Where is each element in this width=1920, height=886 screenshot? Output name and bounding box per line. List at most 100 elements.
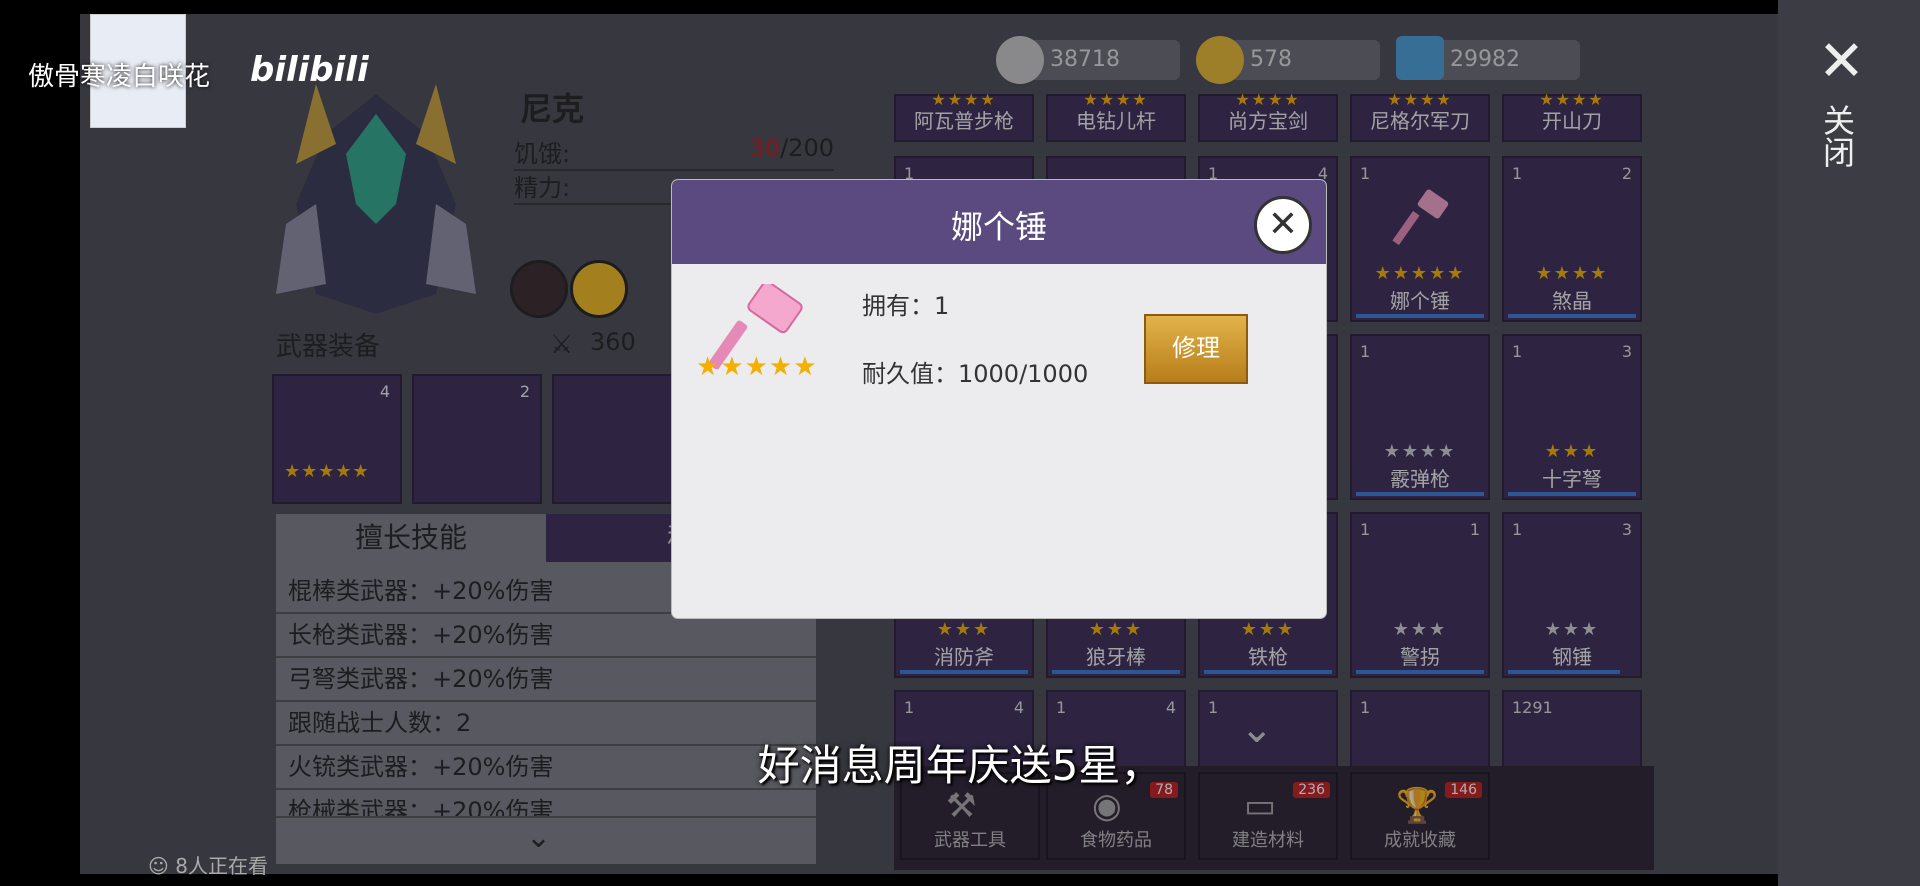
inventory-cell[interactable]: 1 ★★★★★ 娜个锤 — [1350, 156, 1490, 322]
gear-level: 4 — [1013, 698, 1024, 717]
inventory-cell[interactable]: 1 3 ★★★ 十字弩 — [1502, 334, 1642, 500]
slot-stars: ★★★★★ — [284, 461, 370, 482]
durability-bar — [1052, 670, 1180, 674]
durability-bar — [1508, 670, 1620, 674]
durability-bar — [1508, 492, 1636, 496]
tab-skills[interactable]: 擅长技能 — [276, 514, 546, 562]
sword-icon: ⚔ — [550, 330, 574, 360]
recycle-buff-icon[interactable] — [570, 260, 628, 318]
gear-level: 4 — [1165, 698, 1176, 717]
item-name: 钢锤 — [1552, 645, 1592, 669]
stat-energy-label: 精力: — [514, 174, 571, 202]
gem-chest-icon — [1396, 36, 1444, 80]
dragon-buff-icon[interactable] — [510, 260, 568, 318]
durability-row: 耐久值：1000/1000 — [862, 354, 1088, 389]
inventory-item[interactable]: ★★★★ 阿瓦普步枪 — [894, 90, 1034, 142]
gear-level: 4 — [379, 382, 390, 401]
item-count: 1 — [1360, 164, 1371, 183]
item-name: 阿瓦普步枪 — [914, 109, 1014, 133]
skill-row: 长枪类武器：+20%伤害 — [276, 614, 816, 658]
item-stars: ★★★ — [1088, 619, 1144, 640]
dialog-header: 娜个锤 ✕ — [672, 180, 1326, 264]
gold-value: 578 — [1250, 47, 1292, 72]
stat-hunger-value: 30/200 — [750, 134, 834, 162]
item-count: 1291 — [1512, 698, 1553, 717]
durability-label: 耐久值： — [862, 360, 958, 388]
silver-value: 38718 — [1050, 47, 1120, 72]
item-count: 1 — [1360, 698, 1371, 717]
durability-value: 1000/1000 — [958, 360, 1089, 388]
gear-level: 3 — [1621, 342, 1632, 361]
skill-row: 枪械类武器：+20%伤害 — [276, 790, 816, 818]
item-count: 1 — [1512, 342, 1523, 361]
tab-label: 成就收藏 — [1384, 830, 1456, 851]
inventory-cell[interactable]: 1 3 ★★★ 钢锤 — [1502, 512, 1642, 678]
item-name: 煞晶 — [1552, 289, 1592, 313]
character-name: 尼克 — [520, 90, 585, 128]
gold-coin-icon — [1196, 36, 1244, 84]
hunger-max: /200 — [780, 134, 834, 162]
owned-label: 拥有： — [862, 292, 934, 320]
close-label[interactable]: 关闭 — [1818, 104, 1860, 168]
video-subtitle: 好消息周年庆送5星， — [757, 741, 1163, 790]
durability-bar — [1356, 670, 1484, 674]
tab-label: 食物药品 — [1080, 830, 1152, 851]
item-stars: ★★★ — [1544, 441, 1600, 462]
bilibili-logo: bilibili — [250, 50, 369, 90]
item-count: 1 — [1360, 520, 1371, 539]
item-count: 1 — [904, 698, 915, 717]
close-icon[interactable]: ✕ — [1818, 34, 1865, 90]
gear-level: 2 — [1621, 164, 1632, 183]
currency-gem: 29982 — [1396, 36, 1580, 80]
item-stars: ★★★ — [1392, 619, 1448, 640]
uploader-name: 傲骨寒凌白咲花 — [28, 62, 211, 92]
weapon-equip-label: 武器装备 — [276, 332, 381, 362]
inventory-item[interactable]: ★★★★ 尼格尔军刀 — [1350, 90, 1490, 142]
equip-slot-2[interactable]: 2 — [412, 374, 542, 504]
equip-slot-3[interactable] — [552, 374, 682, 504]
tab-label: 武器工具 — [934, 830, 1006, 851]
item-name: 电钻儿杆 — [1076, 109, 1156, 133]
item-name: 消防斧 — [934, 645, 994, 669]
gem-value: 29982 — [1450, 47, 1520, 72]
durability-bar — [1356, 314, 1484, 318]
inventory-item[interactable]: ★★★★ 开山刀 — [1502, 90, 1642, 142]
item-detail-dialog: 娜个锤 ✕ ★★★★★ 拥有：1 耐久值：1000/1000 修理 — [672, 180, 1326, 618]
skill-row: 弓弩类武器：+20%伤害 — [276, 658, 816, 702]
item-stars: ★★★★ — [1383, 441, 1457, 462]
currency-gold: 578 — [1196, 36, 1380, 84]
viewers-row: ☺ 8人正在看 — [148, 850, 268, 879]
inventory-cell[interactable]: 1 ★★★★ 霰弹枪 — [1350, 334, 1490, 500]
item-stars: ★★★★★ — [1374, 263, 1466, 284]
dialog-title: 娜个锤 — [950, 208, 1047, 246]
item-name: 十字弩 — [1542, 467, 1602, 491]
item-stars: ★★★★★ — [696, 352, 818, 382]
item-stars: ★★★ — [1544, 619, 1600, 640]
viewers-count: 8人正在看 — [175, 854, 268, 878]
viewers-icon: ☺ — [148, 854, 169, 878]
item-name: 尼格尔军刀 — [1370, 109, 1470, 133]
item-name: 警拐 — [1400, 645, 1440, 669]
inventory-item[interactable]: ★★★★ 尚方宝剑 — [1198, 90, 1338, 142]
hunger-current: 30 — [749, 134, 781, 162]
currency-silver: 38718 — [996, 36, 1180, 84]
chevron-down-icon[interactable]: ⌄ — [526, 820, 551, 855]
equip-slot-1[interactable]: 4 ★★★★★ — [272, 374, 402, 504]
inventory-cell[interactable]: 1 1 ★★★ 警拐 — [1350, 512, 1490, 678]
inventory-cell[interactable]: 1 2 ★★★★ 煞晶 — [1502, 156, 1642, 322]
item-count: 1 — [1512, 520, 1523, 539]
item-stars: ★★★★ — [1535, 263, 1609, 284]
owned-row: 拥有：1 — [862, 286, 949, 321]
gear-level: 1 — [1469, 520, 1480, 539]
inventory-item[interactable]: ★★★★ 电钻儿杆 — [1046, 90, 1186, 142]
stat-hunger: 饥饿: 30/200 — [514, 134, 834, 171]
attack-value: 360 — [590, 328, 636, 356]
dialog-close-button[interactable]: ✕ — [1254, 196, 1312, 254]
item-count: 1 — [1208, 698, 1219, 717]
pink-hammer-icon — [1392, 188, 1452, 248]
item-name: 开山刀 — [1542, 109, 1602, 133]
gear-level: 3 — [1621, 520, 1632, 539]
repair-button[interactable]: 修理 — [1144, 314, 1248, 384]
durability-bar — [1356, 492, 1484, 496]
durability-bar — [900, 670, 1028, 674]
